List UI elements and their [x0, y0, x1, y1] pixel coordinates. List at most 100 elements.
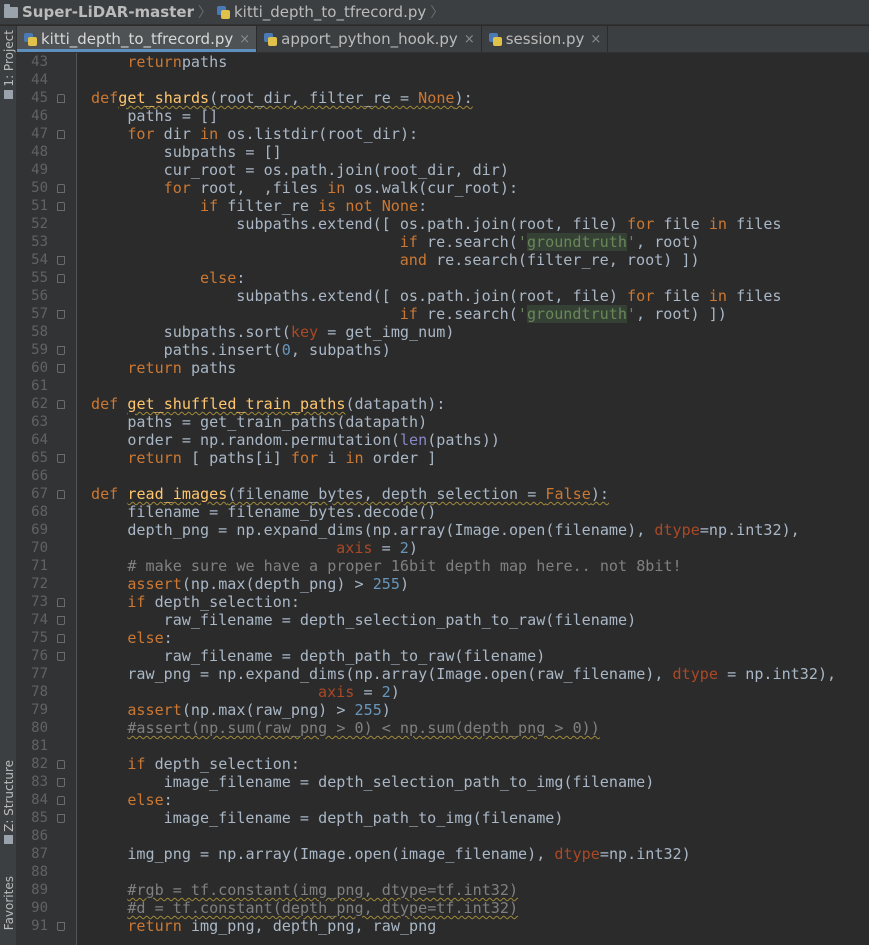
- breadcrumb-project[interactable]: Super-LiDAR-master: [0, 0, 194, 25]
- fold-marker-icon[interactable]: [57, 202, 65, 211]
- code-line[interactable]: cur_root = os.path.join(root_dir, dir): [164, 161, 509, 179]
- code-line[interactable]: paths = get_train_paths(datapath): [127, 413, 427, 431]
- close-icon[interactable]: ×: [239, 32, 250, 47]
- fold-marker-icon[interactable]: [57, 400, 65, 409]
- fold-marker-icon[interactable]: [57, 796, 65, 805]
- line-number: 55: [31, 270, 48, 286]
- code-token: [ paths[i]: [190, 449, 291, 467]
- project-tool-button[interactable]: 1: Project: [0, 30, 17, 99]
- code-token: # make sure we have a proper 16bit depth…: [127, 557, 682, 575]
- code-line[interactable]: # make sure we have a proper 16bit depth…: [127, 557, 681, 575]
- favorites-tool-button[interactable]: Favorites: [0, 876, 17, 930]
- code-line[interactable]: if re.search('groundtruth', root) ]): [400, 305, 727, 323]
- code-line[interactable]: subpaths = []: [164, 143, 282, 161]
- fold-marker-icon[interactable]: [57, 256, 65, 265]
- fold-marker-icon[interactable]: [57, 130, 65, 139]
- code-line[interactable]: axis = 2): [336, 539, 418, 557]
- code-line[interactable]: if depth_selection:: [127, 755, 300, 773]
- code-line[interactable]: subpaths.extend([ os.path.join(root, fil…: [236, 287, 781, 305]
- code-line[interactable]: order = np.random.permutation(len(paths)…: [127, 431, 500, 449]
- code-line[interactable]: axis = 2): [318, 683, 400, 701]
- code-token: paths: [181, 53, 228, 71]
- fold-marker-icon[interactable]: [57, 814, 65, 823]
- code-line[interactable]: else:: [127, 629, 172, 647]
- code-token: dtype: [554, 845, 600, 863]
- line-number: 85: [31, 810, 48, 826]
- code-line[interactable]: for root, ,files in os.walk(cur_root):: [164, 179, 518, 197]
- code-line[interactable]: img_png = np.array(Image.open(image_file…: [127, 845, 690, 863]
- code-token: = np.int32),: [717, 665, 837, 683]
- code-line[interactable]: if filter_re is not None:: [200, 197, 427, 215]
- fold-marker-icon[interactable]: [57, 778, 65, 787]
- fold-marker-icon[interactable]: [57, 616, 65, 625]
- fold-marker-icon[interactable]: [57, 184, 65, 193]
- line-number: 71: [31, 558, 48, 574]
- fold-marker-icon[interactable]: [57, 760, 65, 769]
- structure-tool-button[interactable]: Z: Structure: [0, 760, 17, 844]
- close-icon[interactable]: ×: [464, 32, 475, 47]
- python-file-icon: [263, 32, 278, 46]
- code-line[interactable]: subpaths.sort(key = get_img_num): [164, 323, 455, 341]
- code-token: for: [163, 179, 200, 197]
- code-line[interactable]: #assert(np.sum(raw_png > 0) < np.sum(dep…: [127, 719, 600, 737]
- code-token: image_filename = depth_path_to_img(filen…: [163, 809, 564, 827]
- code-line[interactable]: #d = tf.constant(depth_png, dtype=tf.int…: [127, 899, 518, 917]
- fold-marker-icon[interactable]: [57, 634, 65, 643]
- code-line[interactable]: if depth_selection:: [127, 593, 300, 611]
- fold-marker-icon[interactable]: [57, 598, 65, 607]
- code-line[interactable]: for dir in os.listdir(root_dir):: [127, 125, 418, 143]
- code-token: in: [708, 215, 737, 233]
- code-line[interactable]: paths = []: [127, 107, 218, 125]
- breadcrumb-file[interactable]: kitti_depth_to_tfrecord.py: [216, 0, 426, 25]
- fold-marker-icon[interactable]: [57, 94, 65, 103]
- fold-marker-icon[interactable]: [57, 274, 65, 283]
- code-line[interactable]: depth_png = np.expand_dims(np.array(Imag…: [127, 521, 799, 539]
- code-line[interactable]: image_filename = depth_selection_path_to…: [164, 773, 655, 791]
- fold-marker-icon[interactable]: [57, 490, 65, 499]
- code-token: depth_selection:: [154, 755, 300, 773]
- fold-marker-icon[interactable]: [57, 364, 65, 373]
- tab-kitti-depth-to-tfrecord[interactable]: kitti_depth_to_tfrecord.py ×: [17, 26, 258, 52]
- fold-marker-icon[interactable]: [57, 652, 65, 661]
- code-line[interactable]: else:: [200, 269, 245, 287]
- code-token: file: [663, 287, 709, 305]
- code-line[interactable]: raw_filename = depth_path_to_raw(filenam…: [164, 647, 546, 665]
- line-number: 86: [31, 828, 48, 844]
- fold-marker-icon[interactable]: [57, 346, 65, 355]
- code-line[interactable]: raw_filename = depth_selection_path_to_r…: [164, 611, 637, 629]
- code-line[interactable]: if re.search('groundtruth', root): [400, 233, 700, 251]
- fold-marker-icon[interactable]: [57, 454, 65, 463]
- code-line[interactable]: defget_shards(root_dir, filter_re = None…: [91, 89, 473, 107]
- code-line[interactable]: assert(np.max(depth_png) > 255): [127, 575, 409, 593]
- code-token: for: [627, 215, 664, 233]
- code-line[interactable]: return paths: [127, 359, 236, 377]
- code-line[interactable]: def get_shuffled_train_paths(datapath):: [91, 395, 445, 413]
- code-line[interactable]: and re.search(filter_re, root) ]): [400, 251, 700, 269]
- line-number: 65: [31, 450, 48, 466]
- code-line[interactable]: return [ paths[i] for i in order ]: [127, 449, 436, 467]
- line-number: 58: [31, 324, 48, 340]
- code-editor[interactable]: returnpaths defget_shards(root_dir, filte…: [77, 53, 869, 945]
- code-token: depth_selection:: [154, 593, 300, 611]
- fold-marker-icon[interactable]: [57, 310, 65, 319]
- code-line[interactable]: raw_png = np.expand_dims(np.array(Image.…: [127, 665, 836, 683]
- code-token: order = np.random.permutation(: [127, 431, 400, 449]
- close-icon[interactable]: ×: [590, 32, 601, 47]
- code-line[interactable]: image_filename = depth_path_to_img(filen…: [164, 809, 564, 827]
- code-line[interactable]: def read_images(filename_bytes, depth_se…: [91, 485, 609, 503]
- code-line[interactable]: #rgb = tf.constant(img_png, dtype=tf.int…: [127, 881, 518, 899]
- fold-marker-icon[interactable]: [57, 922, 65, 931]
- code-line[interactable]: else:: [127, 791, 172, 809]
- tab-session[interactable]: session.py ×: [482, 26, 609, 52]
- line-number: 81: [31, 738, 48, 754]
- code-line[interactable]: subpaths.extend([ os.path.join(root, fil…: [236, 215, 781, 233]
- tab-apport-python-hook[interactable]: apport_python_hook.py ×: [257, 26, 482, 52]
- code-line[interactable]: filename = filename_bytes.decode(): [127, 503, 436, 521]
- code-line[interactable]: assert(np.max(raw_png) > 255): [127, 701, 391, 719]
- line-number: 83: [31, 774, 48, 790]
- code-line[interactable]: return img_png, depth_png, raw_png: [127, 917, 436, 935]
- code-line[interactable]: paths.insert(0, subpaths): [164, 341, 391, 359]
- code-line[interactable]: returnpaths: [127, 53, 227, 71]
- code-token: get_shards: [118, 89, 210, 107]
- structure-tool-label: Z: Structure: [1, 760, 16, 832]
